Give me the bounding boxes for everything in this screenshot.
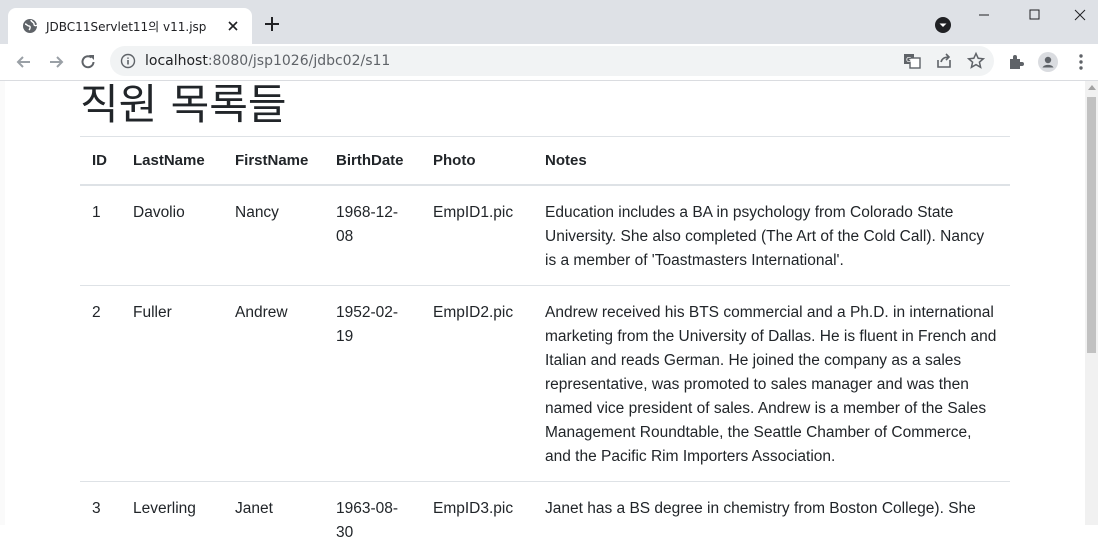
tab-title: JDBC11Servlet11의 v11.jsp [46, 18, 206, 35]
cell-firstname: Nancy [223, 185, 324, 286]
cell-firstname: Andrew [223, 286, 324, 482]
scroll-up-arrow-icon[interactable] [1088, 85, 1096, 90]
cell-birthdate: 1968-12-08 [324, 185, 421, 286]
forward-icon[interactable] [46, 52, 66, 72]
cell-birthdate: 1963-08-30 [324, 482, 421, 557]
new-tab-icon[interactable] [262, 14, 282, 34]
minimize-icon[interactable] [961, 0, 1007, 30]
tab-search-icon[interactable] [934, 16, 952, 34]
svg-text:G: G [906, 56, 911, 64]
browser-tab[interactable]: JDBC11Servlet11의 v11.jsp [8, 8, 252, 44]
cell-id: 2 [80, 286, 121, 482]
tab-strip: JDBC11Servlet11의 v11.jsp [0, 0, 1098, 44]
extensions-icon[interactable] [1006, 52, 1026, 72]
cell-id: 3 [80, 482, 121, 557]
cell-notes: Andrew received his BTS commercial and a… [533, 286, 1010, 482]
cell-lastname: Davolio [121, 185, 223, 286]
column-header-photo: Photo [421, 137, 533, 186]
scrollbar-thumb[interactable] [1087, 97, 1096, 353]
share-icon[interactable] [934, 51, 954, 71]
column-header-notes: Notes [533, 137, 1010, 186]
globe-icon [22, 18, 38, 34]
cell-birthdate: 1952-02-19 [324, 286, 421, 482]
table-row: 1 Davolio Nancy 1968-12-08 EmpID1.pic Ed… [80, 185, 1010, 286]
cell-notes: Janet has a BS degree in chemistry from … [533, 482, 1010, 557]
cell-notes: Education includes a BA in psychology fr… [533, 185, 1010, 286]
cell-id: 1 [80, 185, 121, 286]
employee-table: ID LastName FirstName BirthDate Photo No… [80, 136, 1010, 557]
translate-icon[interactable]: G [902, 51, 922, 71]
cell-photo: EmpID1.pic [421, 185, 533, 286]
cell-photo: EmpID2.pic [421, 286, 533, 482]
cell-lastname: Fuller [121, 286, 223, 482]
column-header-id: ID [80, 137, 121, 186]
url-text: localhost:8080/jsp1026/jdbc02/s11 [145, 53, 390, 69]
table-row: 3 Leverling Janet 1963-08-30 EmpID3.pic … [80, 482, 1010, 557]
page-title: 직원 목록들 [80, 81, 1010, 129]
back-icon[interactable] [14, 52, 34, 72]
window-close-icon[interactable] [1057, 0, 1098, 30]
bookmark-star-icon[interactable] [966, 51, 986, 71]
browser-toolbar: localhost:8080/jsp1026/jdbc02/s11 G [0, 44, 1098, 81]
close-tab-icon[interactable] [224, 17, 242, 35]
table-row: 2 Fuller Andrew 1952-02-19 EmpID2.pic An… [80, 286, 1010, 482]
column-header-lastname: LastName [121, 137, 223, 186]
menu-kebab-icon[interactable] [1071, 52, 1091, 72]
profile-avatar-icon[interactable] [1038, 52, 1058, 72]
page-content: 직원 목록들 ID LastName FirstName BirthDate P… [80, 81, 1010, 557]
table-header-row: ID LastName FirstName BirthDate Photo No… [80, 137, 1010, 186]
cell-firstname: Janet [223, 482, 324, 557]
column-header-firstname: FirstName [223, 137, 324, 186]
reload-icon[interactable] [78, 52, 98, 72]
maximize-icon[interactable] [1011, 0, 1057, 30]
vertical-scrollbar[interactable] [1085, 81, 1098, 525]
address-bar[interactable]: localhost:8080/jsp1026/jdbc02/s11 G [110, 46, 994, 76]
cell-lastname: Leverling [121, 482, 223, 557]
info-icon[interactable] [120, 53, 136, 69]
cell-photo: EmpID3.pic [421, 482, 533, 557]
left-edge [0, 81, 5, 525]
column-header-birthdate: BirthDate [324, 137, 421, 186]
